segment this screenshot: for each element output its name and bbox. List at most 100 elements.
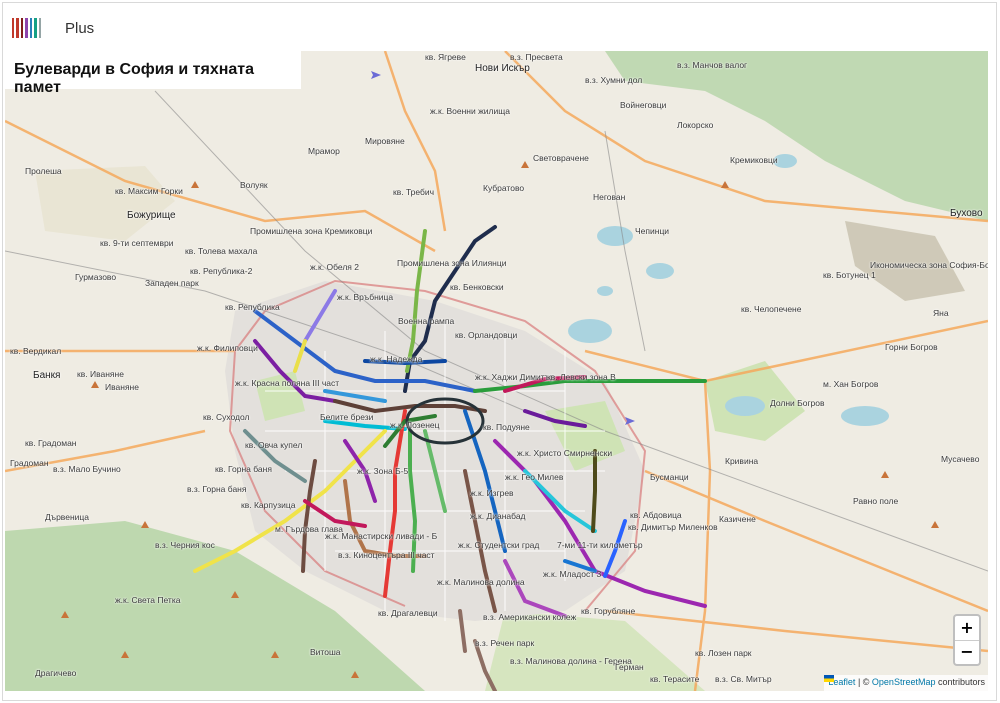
place-label: в.з. Мало Бучино (53, 464, 121, 474)
place-label: ж.к. Лозенец (390, 420, 440, 430)
place-label: кв. Ягреве (425, 52, 466, 62)
place-label: кв. Република (225, 302, 280, 312)
place-label: Долни Богров (770, 398, 825, 408)
place-label: кв. Градоман (25, 438, 77, 448)
place-label: в.з. Горна баня (187, 484, 247, 494)
place-label: Мировяне (365, 136, 405, 146)
place-label: в.з. Манчов валог (677, 60, 748, 70)
zoom-in-button[interactable]: + (955, 616, 979, 640)
top-bar: Plus (3, 3, 996, 51)
barcode-logo-icon[interactable] (12, 18, 42, 38)
ukraine-flag-icon (824, 675, 835, 682)
place-label: в.з. Св. Митър (715, 674, 772, 684)
place-label: кв. Левски зона В (547, 372, 616, 382)
place-label: Пролеша (25, 166, 62, 176)
place-label: Градоман (10, 458, 49, 468)
place-label: кв. Орландовци (455, 330, 518, 340)
place-label: Локорско (677, 120, 714, 130)
place-label: ж.к. Младост 3 (543, 569, 602, 579)
place-label: ж.к. Надежда (370, 354, 423, 364)
place-label: в.з. Черния кос (155, 540, 215, 550)
place-label: Казичене (719, 514, 756, 524)
place-label: Горни Богров (885, 342, 938, 352)
place-label: Чепинци (635, 226, 670, 236)
place-label: 7-ми 11-ти километър (557, 540, 643, 550)
place-label: Икономическа зона София-Божурище (870, 260, 988, 270)
place-label: кв. Челопечене (741, 304, 802, 314)
place-label: Западен парк (145, 278, 199, 288)
place-label: Дървеница (45, 512, 89, 522)
place-label: Бусманци (650, 472, 689, 482)
place-label: кв. Толева махала (185, 246, 258, 256)
place-label: Световрачене (533, 153, 589, 163)
place-label: Военна рампа (398, 316, 455, 326)
place-label: Яна (933, 308, 949, 318)
zoom-control: + − (953, 614, 981, 666)
place-label: ж.к. Филиповци (197, 343, 258, 353)
place-label: м. Хан Богров (823, 379, 879, 389)
place-label: кв. Карпузица (241, 500, 296, 510)
place-label: кв. Абдовица (630, 510, 682, 520)
place-label: в.з. Речен парк (475, 638, 535, 648)
place-label: в.з. Малинова долина - Герена (510, 656, 632, 666)
place-label: кв. Максим Горки (115, 186, 183, 196)
place-label: кв. Подуяне (483, 422, 530, 432)
place-label: ж.к. Красна поляна III част (235, 378, 340, 388)
place-label: Кремиковци (730, 155, 778, 165)
place-label: в.з. Киноцентъра III част (338, 550, 435, 560)
place-label: кв. Ботунец 1 (823, 270, 876, 280)
place-label: кв. Горна баня (215, 464, 272, 474)
place-label: Равно поле (853, 496, 899, 506)
zoom-out-button[interactable]: − (955, 640, 979, 664)
place-label: кв. Горубляне (581, 606, 636, 616)
place-label: кв. Драгалевци (378, 608, 438, 618)
place-label: кв. Лозен парк (695, 648, 752, 658)
place-label: Герман (615, 662, 644, 672)
map-title: Булеварди в София и тяхната памет (5, 51, 301, 96)
place-label: ж.к. Студентски град (458, 540, 540, 550)
place-label: кв. Република-2 (190, 266, 253, 276)
place-label: в.з. Пресвета (510, 52, 563, 62)
place-label: кв. Вердикал (10, 346, 62, 356)
place-label: в.з. Хумни дол (585, 75, 643, 85)
place-label: Волуяк (240, 180, 268, 190)
place-label: Нови Искър (475, 63, 530, 74)
place-label: ж.к. Обеля 2 (310, 262, 359, 272)
place-label: Белите брези (320, 412, 374, 422)
place-label: Божурище (127, 210, 176, 221)
place-label: Войнеговци (620, 100, 667, 110)
place-label: в.з. Американски колеж (483, 612, 577, 622)
place-label: ж.к. Хаджи Димитър (475, 372, 555, 382)
place-label: ж.к. Връбница (337, 292, 394, 302)
place-label: Промишлена зона Кремиковци (250, 226, 373, 236)
place-label: кв. Бенковски (450, 282, 504, 292)
place-label: Негован (593, 192, 626, 202)
place-label: кв. Димитър Миленков (628, 522, 718, 532)
place-label: кв. Суходол (203, 412, 250, 422)
openstreetmap-link[interactable]: OpenStreetMap (872, 677, 936, 687)
map-view[interactable]: кв. Ягреве в.з. Пресвета Нови Искър в.з. Ма… (5, 51, 988, 691)
attribution-separator: | © (855, 677, 872, 687)
place-label: кв. Требич (393, 187, 435, 197)
place-label: ж.к. Военни жилища (430, 106, 510, 116)
place-label: кв. Иваняне (77, 369, 124, 379)
app-window: Plus кв. Ягреве в.з. Пресвета Нови Искър… (2, 2, 997, 701)
place-label: кв. Терасите (650, 674, 700, 684)
place-label: Мусачево (941, 454, 980, 464)
place-label: ж.к. Дианабад (470, 511, 526, 521)
place-label: ж.к. Света Петка (115, 595, 181, 605)
place-label: Драгичево (35, 668, 77, 678)
brand-link[interactable]: Plus (65, 20, 94, 37)
place-label: Мрамор (308, 146, 340, 156)
place-label: ж.к. Манастирски ливади - Б (325, 531, 438, 541)
attribution-contributors: contributors (935, 677, 985, 687)
place-label: Иваняне (105, 382, 139, 392)
place-label: Витоша (310, 647, 341, 657)
place-label: ж.к. Гео Милев (505, 472, 564, 482)
place-label: Гурмазово (75, 272, 117, 282)
place-label: ж.к. Изгрев (470, 488, 514, 498)
place-label: Кривина (725, 456, 759, 466)
place-label: ж.к. Христо Смирненски (517, 448, 613, 458)
place-label: ж.к. Зона Б-5 (357, 466, 409, 476)
place-label: Кубратово (483, 183, 525, 193)
